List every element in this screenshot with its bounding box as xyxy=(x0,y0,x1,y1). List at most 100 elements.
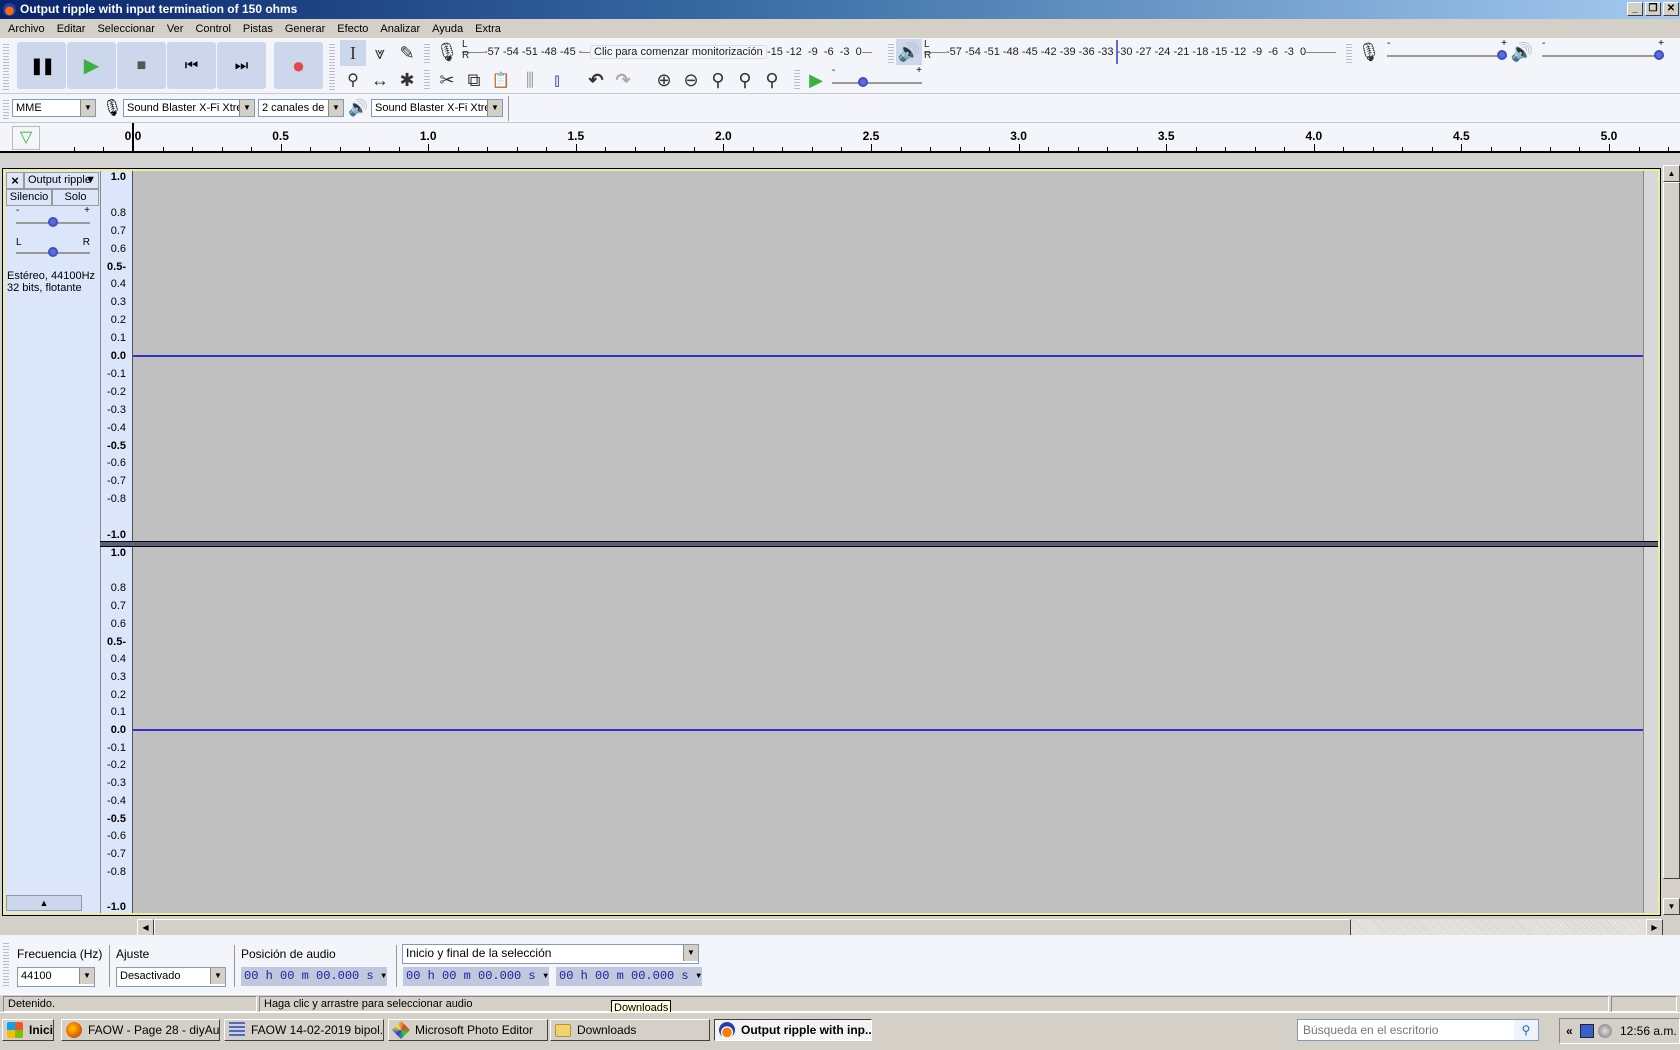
timeline-ruler[interactable]: ▽ 0.00.51.01.52.02.53.03.54.04.55.0 xyxy=(0,123,1680,153)
minimize-button[interactable]: _ xyxy=(1627,2,1643,16)
amplitude-ruler-right[interactable]: 1.0 0.8 0.7 0.6 0.5- 0.4 0.3 0.2 0.1 0.0 -0.1 -0.2 -… xyxy=(100,547,133,913)
menu-seleccionar[interactable]: Seleccionar xyxy=(91,23,160,35)
vertical-scrollbar[interactable]: ▲ ▼ xyxy=(1663,165,1680,915)
record-meter-button[interactable]: 🎙 xyxy=(434,39,460,65)
monitor-prompt[interactable]: Clic para comenzar monitorización xyxy=(590,45,767,59)
play-button[interactable]: ▶ xyxy=(67,42,116,89)
scroll-down-arrow[interactable]: ▼ xyxy=(1663,898,1680,915)
zoom-in-button[interactable]: ⊕ xyxy=(651,67,677,93)
selection-mode-select[interactable]: Inicio y final de la selección ▼ xyxy=(402,944,699,964)
silence-audio-button[interactable]: ⫾ xyxy=(544,67,570,93)
tray-expand-icon[interactable]: « xyxy=(1566,1019,1573,1043)
desktop-search-input[interactable]: Búsqueda en el escritorio ⚲ xyxy=(1297,1019,1539,1041)
fit-project-button[interactable]: ⚲ xyxy=(732,67,758,93)
gain-slider[interactable]: - + xyxy=(16,205,90,230)
draw-tool-button[interactable]: ✎ xyxy=(394,40,420,66)
skip-to-end-button[interactable]: ⏭ xyxy=(217,42,266,89)
zoom-tool-button[interactable]: ⚲ xyxy=(340,67,366,93)
menu-generar[interactable]: Generar xyxy=(279,23,331,35)
playback-device-select[interactable]: Sound Blaster X-Fi Xtre ▼ xyxy=(371,99,503,117)
menu-archivo[interactable]: Archivo xyxy=(2,23,51,35)
menu-control[interactable]: Control xyxy=(189,23,236,35)
play-speed-slider[interactable]: - + xyxy=(832,65,922,90)
horizontal-scroll-thumb[interactable] xyxy=(154,919,1351,936)
stop-button[interactable]: ■ xyxy=(117,42,166,89)
mute-button[interactable]: Silencio xyxy=(6,189,52,206)
play-at-speed-button[interactable]: ▶ xyxy=(803,67,829,93)
start-button[interactable]: Inicio xyxy=(2,1019,54,1041)
redo-button[interactable]: ↷ xyxy=(610,67,636,93)
record-volume-slider[interactable]: - + xyxy=(1387,38,1507,63)
zoom-toggle-button[interactable]: ⚲ xyxy=(759,67,785,93)
project-rate-select[interactable]: 44100 ▼ xyxy=(17,967,95,987)
channels-select[interactable]: 2 canales de g ▼ xyxy=(258,99,344,117)
waveform-left-channel[interactable] xyxy=(133,171,1643,541)
toolbar-grip[interactable] xyxy=(424,68,430,90)
record-device-select[interactable]: Sound Blaster X-Fi Xtrei ▼ xyxy=(123,99,255,117)
taskbar-item-active[interactable]: Output ripple with inp... xyxy=(714,1019,872,1041)
toolbar-grip[interactable] xyxy=(1346,42,1352,64)
taskbar-item[interactable]: Downloads xyxy=(550,1019,710,1041)
restore-button[interactable]: ❐ xyxy=(1645,2,1661,16)
toolbar-grip[interactable] xyxy=(3,98,9,120)
playback-volume-slider[interactable]: - + xyxy=(1542,38,1664,63)
selection-tool-button[interactable]: I xyxy=(340,40,366,66)
playback-meter[interactable]: LR -57 -54 -51 -48 -45 -42 -39 -36 -33 -… xyxy=(924,39,1336,65)
toolbar-grip[interactable] xyxy=(3,42,9,90)
waveform-right-channel[interactable] xyxy=(133,547,1643,913)
timeshift-tool-button[interactable]: ↔ xyxy=(367,67,393,93)
zoom-out-button[interactable]: ⊖ xyxy=(678,67,704,93)
record-button[interactable]: ● xyxy=(274,42,323,89)
timeline-tick xyxy=(339,147,341,151)
toolbar-grip[interactable] xyxy=(329,42,335,90)
scroll-right-arrow[interactable]: ▶ xyxy=(1646,919,1663,936)
audio-host-select[interactable]: MME ▼ xyxy=(12,99,96,117)
scroll-left-arrow[interactable]: ◀ xyxy=(137,919,154,936)
search-icon[interactable]: ⚲ xyxy=(1514,1020,1538,1040)
menu-ver[interactable]: Ver xyxy=(161,23,190,35)
volume-icon[interactable] xyxy=(1598,1024,1612,1038)
toolbar-grip[interactable] xyxy=(424,42,430,64)
amplitude-ruler-left[interactable]: 1.0 0.8 0.7 0.6 0.5- 0.4 0.3 0.2 0.1 0.0 -0.1 -0.2 -… xyxy=(100,171,133,541)
collapse-track-button[interactable]: ▲ xyxy=(6,895,82,911)
menu-extra[interactable]: Extra xyxy=(469,23,507,35)
trim-audio-button[interactable]: ⫼ xyxy=(517,67,543,93)
pause-button[interactable]: ❚❚ xyxy=(17,42,66,89)
paste-button[interactable]: 📋 xyxy=(488,67,514,93)
track-name-menu[interactable]: Output ripple ▼ xyxy=(24,172,99,189)
record-meter[interactable]: LR -57 -54 -51 -48 -45 - Clic para comen… xyxy=(462,39,872,65)
envelope-tool-button[interactable]: ⩔ xyxy=(367,40,393,66)
menu-efecto[interactable]: Efecto xyxy=(331,23,374,35)
vertical-scroll-thumb[interactable] xyxy=(1663,182,1680,879)
close-button[interactable]: ✕ xyxy=(1663,2,1679,16)
audio-position-field[interactable]: 00 h 00 m 00.000 s ▼ xyxy=(241,967,387,986)
skip-to-start-button[interactable]: ⏮ xyxy=(167,42,216,89)
track-close-button[interactable]: × xyxy=(6,172,24,189)
taskbar-item[interactable]: FAOW 14-02-2019 bipol... xyxy=(224,1019,384,1041)
menu-pistas[interactable]: Pistas xyxy=(237,23,279,35)
selection-end-field[interactable]: 00 h 00 m 00.000 s ▼ xyxy=(556,967,702,986)
snap-select[interactable]: Desactivado ▼ xyxy=(116,967,226,987)
taskbar-item[interactable]: FAOW - Page 28 - diyAu... xyxy=(61,1019,220,1041)
menu-ayuda[interactable]: Ayuda xyxy=(426,23,469,35)
toolbar-grip[interactable] xyxy=(888,42,894,64)
play-meter-button[interactable]: 🔊 xyxy=(896,39,922,65)
solo-button[interactable]: Solo xyxy=(52,189,99,206)
trim-icon: ⫼ xyxy=(525,69,535,90)
scroll-up-arrow[interactable]: ▲ xyxy=(1663,165,1680,182)
horizontal-scrollbar[interactable]: ◀ ▶ xyxy=(137,919,1663,936)
timeline-options-button[interactable]: ▽ xyxy=(12,126,40,150)
fit-selection-button[interactable]: ⚲ xyxy=(705,67,731,93)
cut-button[interactable]: ✂ xyxy=(434,67,460,93)
toolbar-grip[interactable] xyxy=(794,68,800,90)
menu-analizar[interactable]: Analizar xyxy=(374,23,426,35)
network-icon[interactable] xyxy=(1580,1024,1594,1038)
menu-editar[interactable]: Editar xyxy=(51,23,92,35)
toolbar-grip[interactable] xyxy=(3,941,9,987)
pan-slider[interactable]: LR xyxy=(16,237,90,260)
taskbar-item[interactable]: Microsoft Photo Editor xyxy=(388,1019,548,1041)
copy-button[interactable]: ⧉ xyxy=(461,67,487,93)
undo-button[interactable]: ↶ xyxy=(583,67,609,93)
selection-start-field[interactable]: 00 h 00 m 00.000 s ▼ xyxy=(403,967,549,986)
multi-tool-button[interactable]: ✱ xyxy=(394,67,420,93)
